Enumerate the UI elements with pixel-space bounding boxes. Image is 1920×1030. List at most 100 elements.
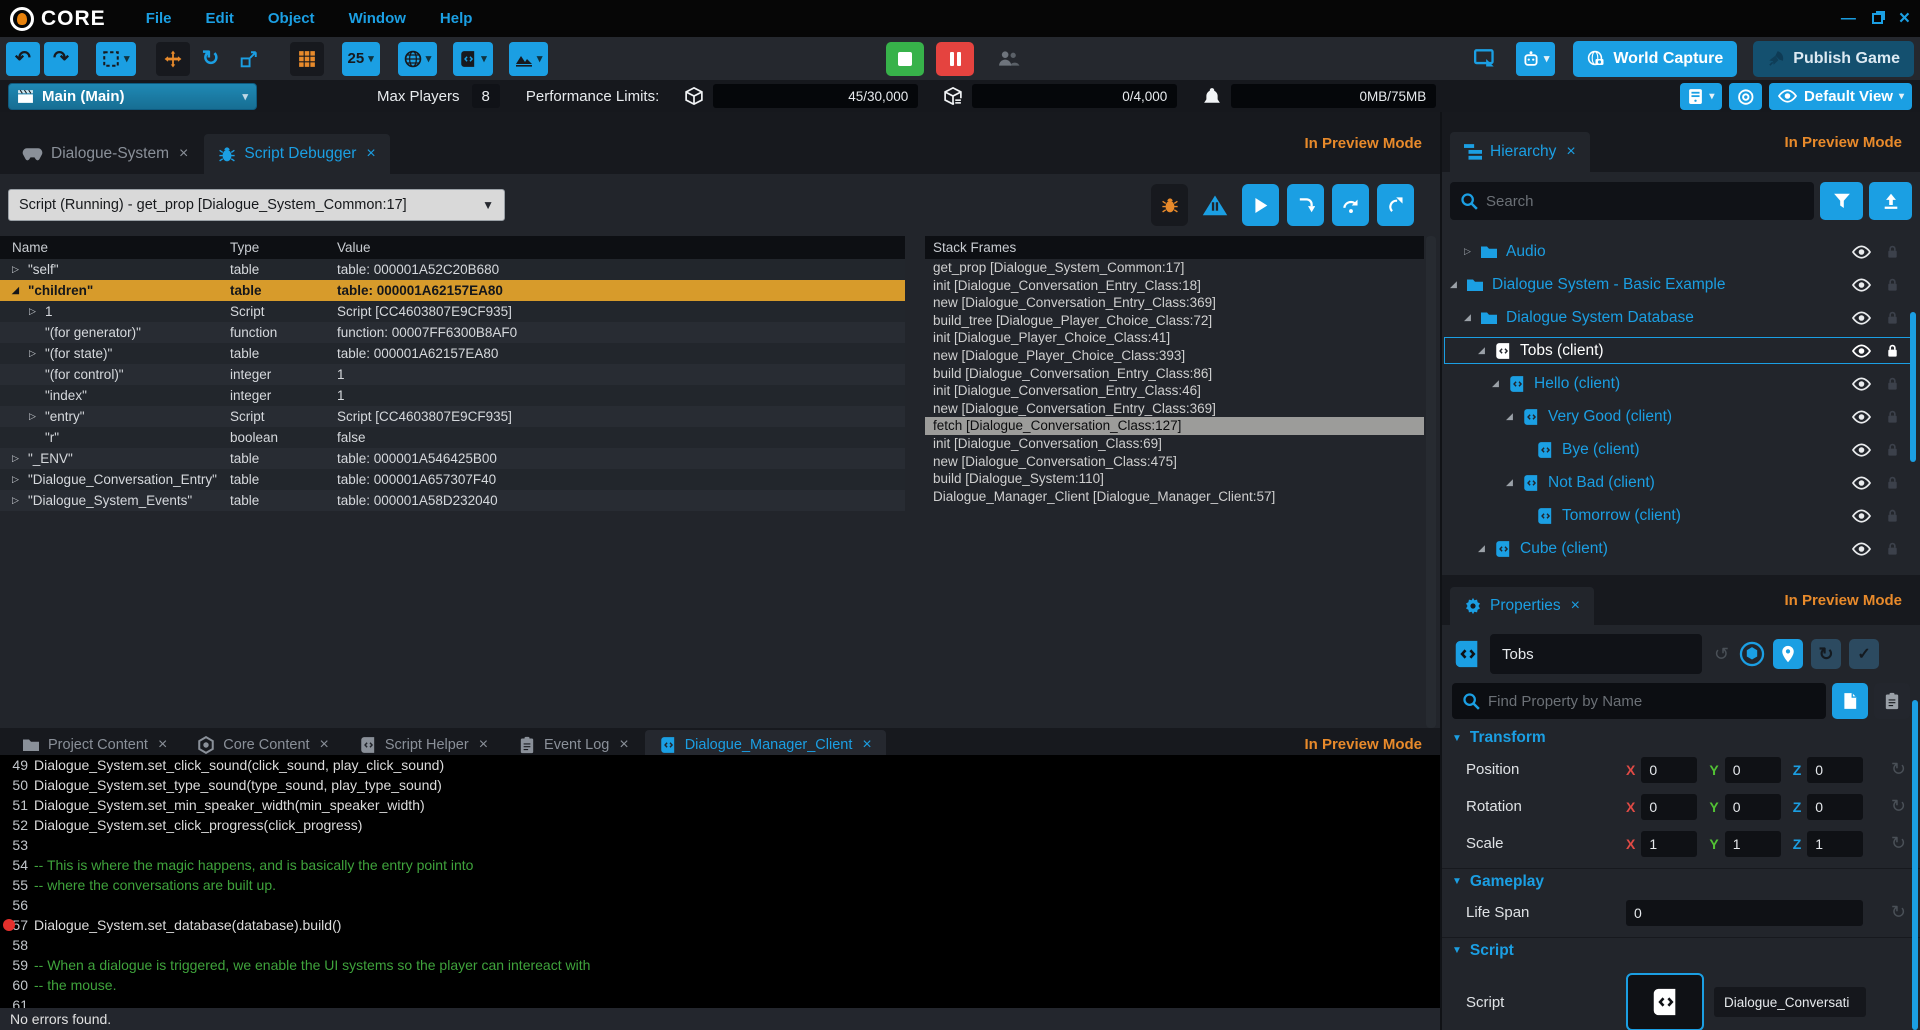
expander-icon[interactable]: ◢ (1464, 312, 1480, 323)
code-line[interactable]: 55 -- where the conversations are built … (0, 875, 1440, 895)
expander-icon[interactable]: ▷ (12, 469, 28, 490)
line-number[interactable]: 50 (12, 777, 28, 793)
visibility-eye-icon[interactable] (1848, 509, 1874, 523)
menu-item-window[interactable]: Window (349, 10, 406, 27)
visibility-eye-icon[interactable] (1848, 542, 1874, 556)
expander-icon[interactable]: ▷ (12, 490, 28, 511)
hierarchy-item-audio[interactable]: ▷ Audio (1442, 238, 1920, 265)
line-number[interactable]: 51 (12, 797, 28, 813)
axis-field[interactable]: 0 (1641, 794, 1697, 820)
terrain-tool-dropdown[interactable]: ▾ (509, 42, 549, 76)
stack-frame[interactable]: init [Dialogue_Conversation_Class:69] (925, 435, 1424, 453)
stack-frame[interactable]: init [Dialogue_Conversation_Entry_Class:… (925, 277, 1424, 295)
stack-frame[interactable]: fetch [Dialogue_Conversation_Class:127] (925, 417, 1424, 435)
code-line[interactable]: 57 Dialogue_System.set_database(database… (0, 915, 1440, 935)
axis-field[interactable]: 0 (1807, 757, 1863, 783)
select-tool-dropdown[interactable]: ▾ (96, 42, 136, 76)
close-icon[interactable]: × (862, 736, 871, 754)
lock-icon[interactable] (1882, 475, 1902, 490)
stack-frame[interactable]: build [Dialogue_System:110] (925, 470, 1424, 488)
lock-icon[interactable] (1882, 277, 1902, 292)
code-line[interactable]: 61 (0, 995, 1440, 1008)
axis-field[interactable]: 1 (1807, 831, 1863, 857)
close-icon[interactable]: × (1899, 8, 1910, 30)
close-icon[interactable]: × (179, 145, 188, 163)
hierarchy-item-tomorrow-client-[interactable]: Tomorrow (client) (1442, 502, 1920, 529)
lock-icon[interactable] (1882, 310, 1902, 325)
variables-row[interactable]: ▷"Dialogue_Conversation_Entry" table tab… (0, 469, 905, 490)
new-property-button[interactable] (1832, 683, 1868, 719)
step-into-button[interactable] (1287, 184, 1324, 226)
restore-icon[interactable] (1872, 13, 1883, 24)
stack-scrollbar[interactable] (1426, 236, 1436, 728)
expander-icon[interactable]: ▷ (12, 259, 28, 280)
expander-icon[interactable]: ◢ (1506, 411, 1522, 422)
close-icon[interactable]: × (479, 736, 488, 754)
expander-icon[interactable]: ◢ (1492, 378, 1508, 389)
hierarchy-item-cube-client-[interactable]: ◢ Cube (client) (1442, 535, 1920, 562)
line-number[interactable]: 61 (12, 997, 28, 1008)
code-line[interactable]: 54 -- This is where the magic happens, a… (0, 855, 1440, 875)
move-tool-button[interactable] (156, 42, 190, 76)
property-search-input[interactable] (1488, 693, 1816, 710)
expander-icon[interactable]: ◢ (12, 280, 28, 301)
variables-row[interactable]: "(for generator)" function function: 000… (0, 322, 905, 343)
lock-icon[interactable] (1882, 343, 1902, 358)
script-create-dropdown[interactable]: ▾ (453, 42, 493, 76)
line-number[interactable]: 59 (12, 957, 28, 973)
visibility-eye-icon[interactable] (1848, 278, 1874, 292)
tab-properties[interactable]: Properties × (1450, 587, 1594, 625)
code-line[interactable]: 49 Dialogue_System.set_click_sound(click… (0, 755, 1440, 775)
code-line[interactable]: 58 (0, 935, 1440, 955)
publish-game-button[interactable]: Publish Game (1753, 41, 1914, 77)
step-out-button[interactable] (1377, 184, 1414, 226)
stack-frame[interactable]: new [Dialogue_Conversation_Class:475] (925, 453, 1424, 471)
stack-frame[interactable]: init [Dialogue_Conversation_Entry_Class:… (925, 382, 1424, 400)
variables-row[interactable]: ◢"children" table table: 000001A62157EA8… (0, 280, 905, 301)
step-over-button[interactable] (1332, 184, 1369, 226)
undo-button[interactable]: ↶ (6, 42, 40, 76)
redo-button[interactable]: ↷ (44, 42, 78, 76)
expander-icon[interactable]: ▷ (29, 301, 45, 322)
menu-item-edit[interactable]: Edit (206, 10, 234, 27)
expander-icon[interactable]: ◢ (1478, 345, 1494, 356)
code-line[interactable]: 60 -- the mouse. (0, 975, 1440, 995)
stack-frame[interactable]: new [Dialogue_Player_Choice_Class:393] (925, 347, 1424, 365)
close-icon[interactable]: × (1571, 597, 1580, 615)
reset-icon[interactable]: ↻ (1891, 833, 1906, 854)
expander-icon[interactable]: ◢ (1506, 477, 1522, 488)
visibility-eye-icon[interactable] (1848, 410, 1874, 424)
networked-icon[interactable] (1739, 641, 1765, 667)
expander-icon[interactable]: ◢ (1478, 543, 1494, 554)
visibility-eye-icon[interactable] (1848, 443, 1874, 457)
hierarchy-search[interactable] (1450, 182, 1814, 220)
undo-name-icon[interactable]: ↺ (1714, 644, 1729, 665)
section-script[interactable]: ▼Script (1442, 937, 1920, 963)
visibility-eye-icon[interactable] (1848, 311, 1874, 325)
expander-icon[interactable]: ▷ (29, 343, 45, 364)
variables-row[interactable]: ▷"(for state)" table table: 000001A62157… (0, 343, 905, 364)
variables-row[interactable]: "(for control)" integer 1 (0, 364, 905, 385)
section-gameplay[interactable]: ▼Gameplay (1442, 868, 1920, 894)
debug-context-dropdown[interactable]: Script (Running) - get_prop [Dialogue_Sy… (8, 189, 505, 221)
axis-field[interactable]: 0 (1725, 794, 1781, 820)
expander-icon[interactable]: ▷ (12, 448, 28, 469)
close-icon[interactable]: × (619, 736, 628, 754)
line-number[interactable]: 54 (12, 857, 28, 873)
lock-icon[interactable] (1882, 541, 1902, 556)
snap-size-dropdown[interactable]: 25▾ (342, 42, 380, 76)
stack-frame[interactable]: init [Dialogue_Player_Choice_Class:41] (925, 329, 1424, 347)
script-asset-slot[interactable] (1626, 973, 1704, 1030)
section-transform[interactable]: ▼Transform (1442, 725, 1920, 751)
tab-hierarchy[interactable]: Hierarchy × (1450, 132, 1590, 172)
hierarchy-item-tobs-client-[interactable]: ◢ Tobs (client) (1442, 337, 1920, 364)
close-icon[interactable]: × (366, 145, 375, 163)
code-editor[interactable]: 49 Dialogue_System.set_click_sound(click… (0, 755, 1440, 1008)
life-span-field[interactable]: 0 (1626, 900, 1863, 926)
stop-preview-button[interactable] (886, 42, 924, 76)
reset-icon[interactable]: ↻ (1891, 796, 1906, 817)
target-button[interactable]: ◎ (1729, 83, 1762, 110)
stack-frame[interactable]: build_tree [Dialogue_Player_Choice_Class… (925, 312, 1424, 330)
visibility-eye-icon[interactable] (1848, 245, 1874, 259)
visibility-eye-icon[interactable] (1848, 476, 1874, 490)
